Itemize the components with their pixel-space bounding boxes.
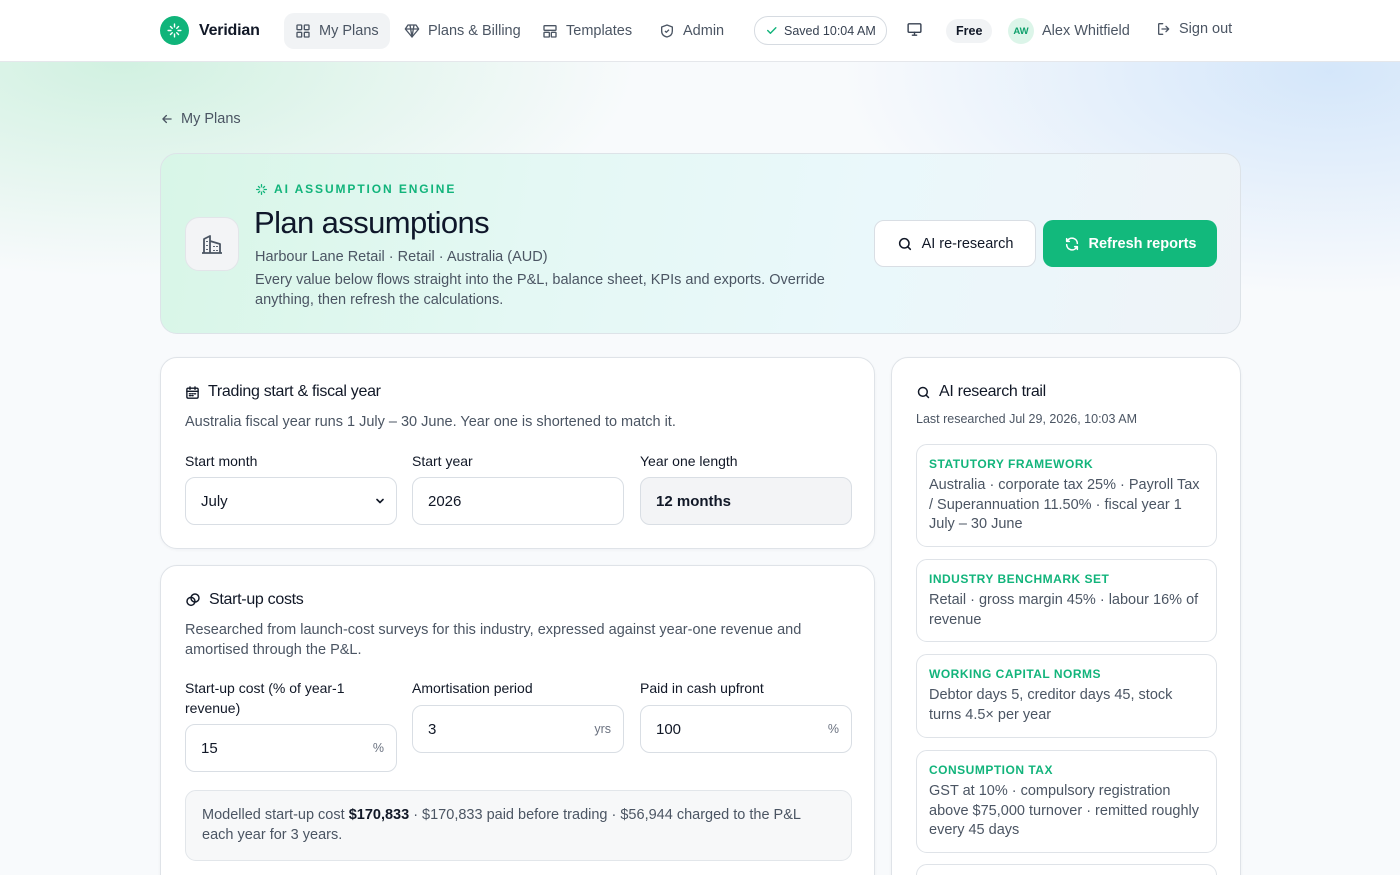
shield-icon — [661, 24, 673, 38]
sign-out-icon — [1158, 23, 1170, 35]
display-toggle-button[interactable] — [906, 21, 923, 43]
year-one-length-value: 12 months — [640, 477, 852, 525]
coins-icon — [186, 593, 200, 607]
ai-re-research-button[interactable]: AI re-research — [874, 220, 1036, 267]
plan-badge: Free — [946, 19, 993, 43]
refresh-reports-label: Refresh reports — [1088, 235, 1197, 252]
nav-templates[interactable]: Templates — [531, 13, 643, 49]
trading-start-description: Australia fiscal year runs 1 July – 30 J… — [185, 414, 676, 430]
search-icon — [917, 386, 930, 398]
trail-item-heading: WORKING CAPITAL NORMS — [929, 667, 1102, 681]
nav-plans-billing[interactable]: Plans & Billing — [393, 13, 532, 49]
template-icon — [543, 25, 557, 38]
startup-cost-input[interactable]: 15 % — [185, 724, 397, 772]
hero-eyebrow-text: AI ASSUMPTION ENGINE — [274, 182, 457, 196]
trail-item-body: Australia · corporate tax 25% · Payroll … — [929, 477, 1200, 532]
trail-item-consumption-tax: CONSUMPTION TAX GST at 10% · compulsory … — [916, 750, 1217, 853]
trading-start-card: Trading start & fiscal year Australia fi… — [160, 357, 875, 549]
plan-subtitle: Harbour Lane Retail · Retail · Australia… — [255, 249, 548, 265]
check-icon — [767, 27, 777, 34]
amortisation-period-label: Amortisation period — [412, 680, 533, 696]
trail-item-body: Debtor days 5, creditor days 45, stock t… — [929, 687, 1173, 723]
trail-item-body: Retail · gross margin 45% · labour 16% o… — [929, 592, 1199, 628]
amortisation-period-input[interactable]: 3 yrs — [412, 705, 624, 753]
grid-icon — [296, 24, 310, 38]
trail-item-heading: CONSUMPTION TAX — [929, 763, 1053, 777]
nav-label: Admin — [683, 23, 725, 39]
hero-description: Every value below flows straight into th… — [255, 272, 825, 308]
summary-prefix: Modelled start-up cost — [202, 807, 349, 823]
start-month-value: July — [201, 492, 228, 510]
trail-item-body: GST at 10% · compulsory registration abo… — [929, 783, 1200, 838]
percent-suffix: % — [827, 722, 839, 736]
sign-out-label: Sign out — [1179, 21, 1233, 37]
assumptions-hero: AI ASSUMPTION ENGINE Plan assumptions Ha… — [160, 153, 1241, 334]
refresh-icon — [1065, 236, 1078, 251]
user-menu[interactable]: AW Alex Whitfield — [1008, 18, 1130, 44]
startup-costs-card: Start-up costs Researched from launch-co… — [160, 565, 875, 875]
page-title: Plan assumptions — [254, 205, 490, 240]
startup-costs-title: Start-up costs — [185, 591, 304, 609]
trading-start-title: Trading start & fiscal year — [185, 383, 381, 401]
hero-eyebrow: AI ASSUMPTION ENGINE — [255, 182, 456, 196]
trail-item-benchmark: INDUSTRY BENCHMARK SET Retail · gross ma… — [916, 559, 1217, 642]
ai-research-trail-card: AI research trail Last researched Jul 29… — [891, 357, 1241, 875]
nav-label: Templates — [566, 23, 633, 39]
monitor-icon — [907, 23, 922, 36]
startup-cost-summary: Modelled start-up cost $170,833 · $170,8… — [185, 790, 852, 861]
start-year-value: 2026 — [428, 492, 462, 510]
trail-item-working-capital: WORKING CAPITAL NORMS Debtor days 5, cre… — [916, 654, 1217, 738]
nav-label: Plans & Billing — [428, 23, 521, 39]
start-year-input[interactable]: 2026 — [412, 477, 624, 525]
saved-status-text: Saved 10:04 AM — [784, 23, 876, 38]
nav-label: My Plans — [319, 23, 379, 39]
avatar: AW — [1008, 18, 1034, 44]
trail-item-partial — [916, 864, 1217, 875]
trading-start-title-text: Trading start & fiscal year — [208, 383, 381, 400]
refresh-reports-button[interactable]: Refresh reports — [1043, 220, 1217, 267]
arrow-left-icon — [162, 114, 172, 124]
year-one-length-label: Year one length — [640, 453, 738, 469]
brand[interactable]: Veridian — [160, 16, 260, 45]
research-trail-title: AI research trail — [916, 383, 1046, 401]
back-link-label: My Plans — [181, 111, 241, 127]
brand-name: Veridian — [199, 21, 260, 39]
building-icon — [185, 217, 239, 271]
start-month-label: Start month — [185, 453, 258, 469]
sparkle-icon — [255, 183, 268, 195]
percent-suffix: % — [372, 741, 384, 755]
paid-upfront-value: 100 — [656, 720, 682, 738]
ai-re-research-label: AI re-research — [921, 235, 1014, 252]
startup-costs-title-text: Start-up costs — [209, 591, 304, 608]
nav-my-plans[interactable]: My Plans — [284, 13, 390, 49]
summary-amount: $170,833 — [348, 807, 410, 823]
trail-item-statutory: STATUTORY FRAMEWORK Australia · corporat… — [916, 444, 1217, 547]
diamond-icon — [404, 24, 420, 38]
trail-item-heading: INDUSTRY BENCHMARK SET — [929, 572, 1110, 586]
user-name: Alex Whitfield — [1042, 23, 1130, 39]
start-year-label: Start year — [412, 453, 473, 469]
top-navigation: Veridian My Plans Plans & Billing Templa… — [0, 0, 1400, 62]
back-link[interactable]: My Plans — [160, 111, 241, 127]
research-trail-title-text: AI research trail — [939, 383, 1046, 400]
nav-admin[interactable]: Admin — [648, 13, 735, 49]
saved-status-badge: Saved 10:04 AM — [754, 16, 887, 45]
years-suffix: yrs — [594, 722, 611, 736]
chevron-down-icon — [376, 498, 384, 504]
start-month-select[interactable]: July — [185, 477, 397, 525]
sign-out-button[interactable]: Sign out — [1156, 21, 1232, 37]
paid-upfront-input[interactable]: 100 % — [640, 705, 852, 753]
trail-item-heading: STATUTORY FRAMEWORK — [929, 457, 1094, 471]
paid-upfront-label: Paid in cash upfront — [640, 680, 764, 696]
search-icon — [898, 237, 911, 250]
startup-cost-label: Start-up cost (% of year-1 revenue) — [185, 680, 345, 716]
amortisation-period-value: 3 — [428, 720, 437, 738]
calendar-icon — [186, 385, 199, 399]
sparkle-logo-icon — [160, 16, 189, 45]
startup-cost-value: 15 — [201, 739, 218, 757]
startup-costs-description: Researched from launch-cost surveys for … — [185, 622, 802, 658]
last-researched-timestamp: Last researched Jul 29, 2026, 10:03 AM — [916, 412, 1137, 426]
